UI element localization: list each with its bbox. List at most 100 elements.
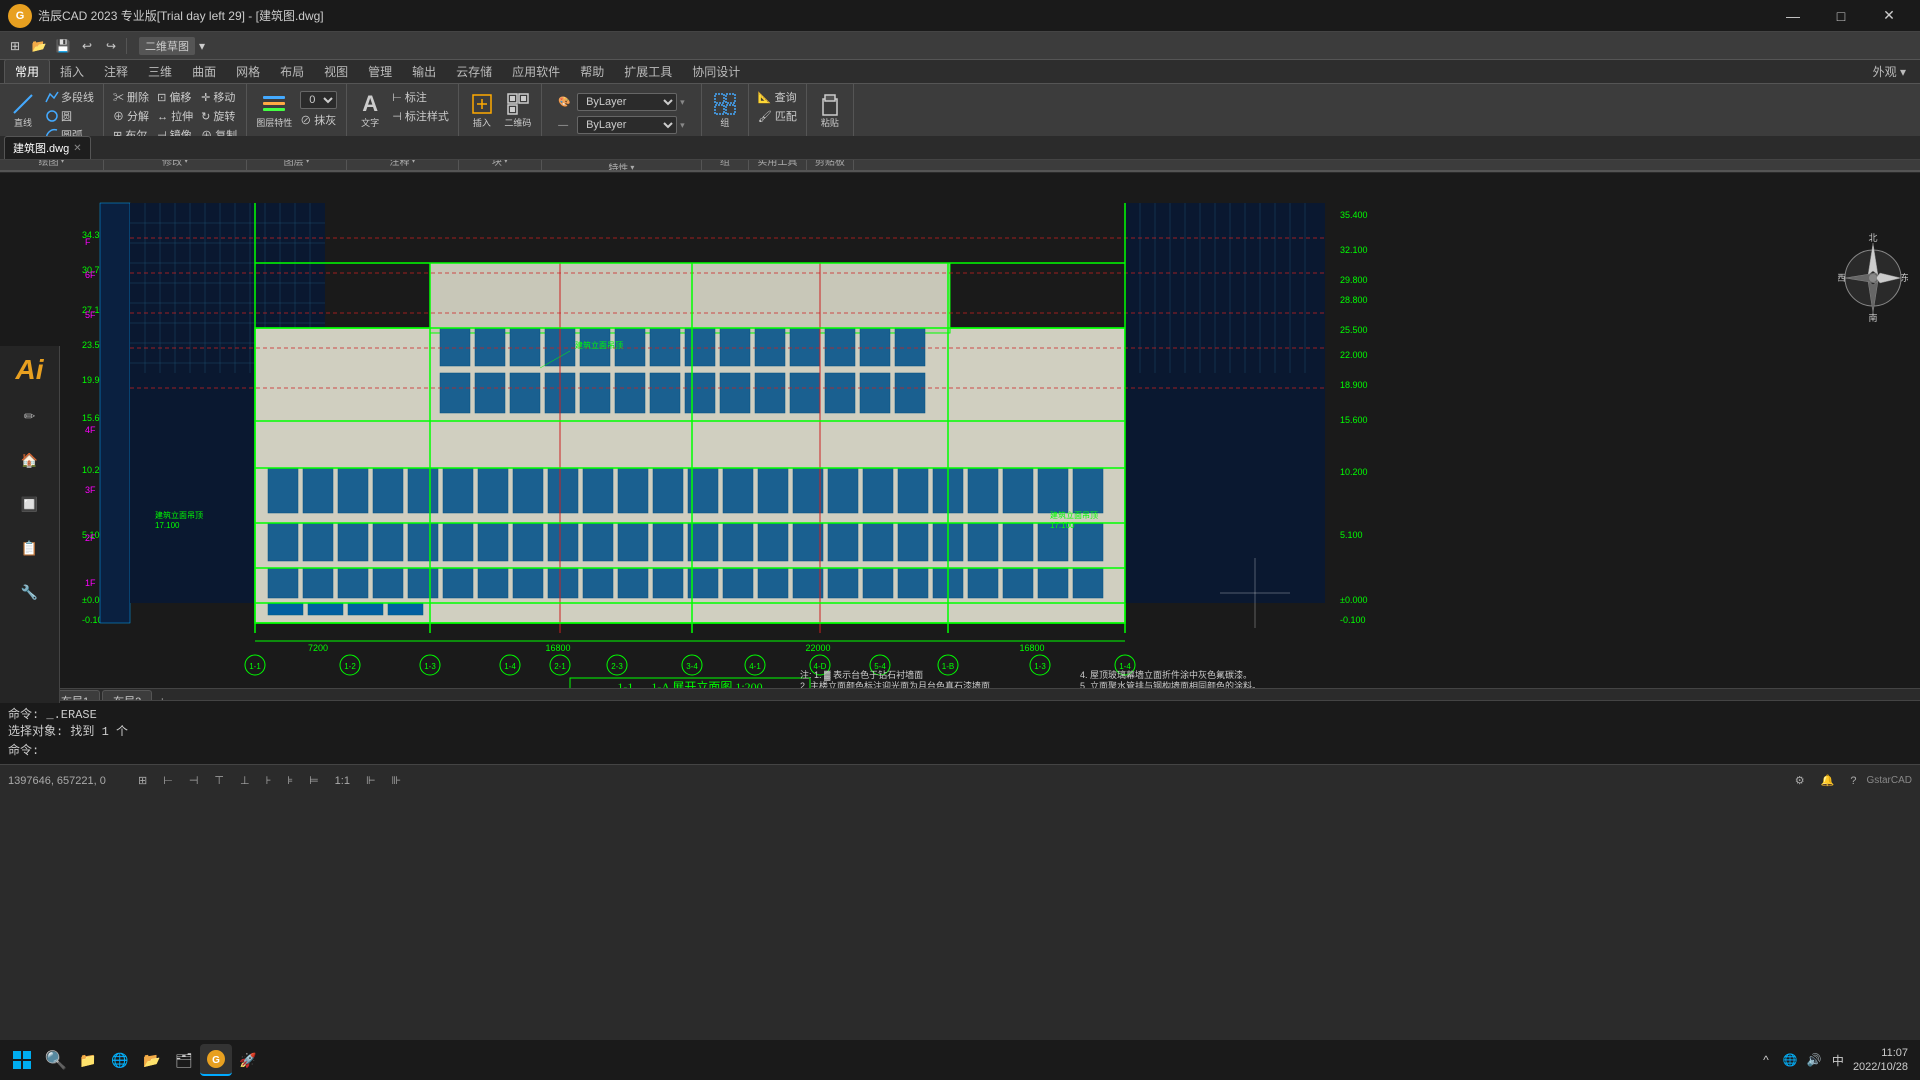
taskbar-search[interactable]: 🔍 xyxy=(40,1044,72,1076)
minimize-button[interactable]: — xyxy=(1770,0,1816,32)
tab-output[interactable]: 输出 xyxy=(402,60,446,83)
tool-query[interactable]: 📐 查询 xyxy=(755,88,800,106)
tool-move[interactable]: ✛ 移动 xyxy=(198,88,240,106)
snap-ortho-btn[interactable]: ⊢ xyxy=(157,772,179,789)
tab-cloud[interactable]: 云存储 xyxy=(446,60,502,83)
ai-tool-1-icon: ✏ xyxy=(24,408,36,425)
snap-tp-btn[interactable]: ⊨ xyxy=(303,772,325,789)
tool-dim[interactable]: ⊢ 标注 xyxy=(389,88,452,106)
qa-undo[interactable]: ↩ xyxy=(76,35,98,57)
tool-hatch[interactable]: ⊘ 抹灰 xyxy=(297,111,340,129)
snap-lw-btn[interactable]: ⊧ xyxy=(281,772,299,789)
help-btn[interactable]: ? xyxy=(1844,773,1862,789)
tab-help[interactable]: 帮助 xyxy=(570,60,614,83)
qa-open[interactable]: 📂 xyxy=(28,35,50,57)
taskbar-app1[interactable]: 🗂 xyxy=(168,1044,200,1076)
tool-group[interactable]: 组 xyxy=(708,88,742,131)
tool-rotate[interactable]: ↻ 旋转 xyxy=(198,107,240,125)
doc-tab-close[interactable]: ✕ xyxy=(73,143,81,154)
tool-polyline[interactable]: 多段线 xyxy=(42,88,97,106)
layer-select[interactable]: 0 xyxy=(297,90,340,110)
clock-display[interactable]: 11:07 2022/10/28 xyxy=(1853,1046,1908,1075)
qa-redo[interactable]: ↪ xyxy=(100,35,122,57)
tool-layer-props[interactable]: 图层特性 xyxy=(253,88,295,131)
tab-manage[interactable]: 管理 xyxy=(358,60,402,83)
ai-tool-1[interactable]: ✏ xyxy=(7,396,53,436)
tray-expand[interactable]: ^ xyxy=(1757,1051,1775,1069)
tray-lang[interactable]: 中 xyxy=(1829,1051,1847,1069)
tool-dim-style[interactable]: ⊣ 标注样式 xyxy=(389,107,452,125)
settings-btn[interactable]: ⚙ xyxy=(1789,772,1811,789)
tool-stretch[interactable]: ↔ 拉伸 xyxy=(154,107,196,125)
tool-match[interactable]: 🖌 匹配 xyxy=(755,107,800,125)
doc-tab-active[interactable]: 建筑图.dwg ✕ xyxy=(4,136,91,159)
tool-explode[interactable]: ⊕ 分解 xyxy=(110,107,152,125)
ai-tool-3-icon: 🔲 xyxy=(21,496,38,513)
tab-3d[interactable]: 三维 xyxy=(138,60,182,83)
tab-common[interactable]: 常用 xyxy=(4,59,50,83)
dropdown-arrow[interactable]: ▾ xyxy=(199,39,205,53)
tab-surface[interactable]: 曲面 xyxy=(182,60,226,83)
ai-label[interactable]: Ai xyxy=(16,354,44,386)
taskbar-files[interactable]: 📁 xyxy=(72,1044,104,1076)
svg-text:16800: 16800 xyxy=(545,643,570,653)
cad-drawing-svg[interactable]: Y X 34.300 30.700 27.100 23.500 19.900 1… xyxy=(0,173,1920,703)
linetype-select[interactable]: ByLayer xyxy=(577,116,677,134)
close-button[interactable]: ✕ xyxy=(1866,0,1912,32)
snap-osnap-btn[interactable]: ⊤ xyxy=(208,772,230,789)
command-input-row: 命令: xyxy=(8,741,1912,758)
properties-group-label: 特性 ▾ xyxy=(608,158,634,172)
snap-3d-btn[interactable]: ⊥ xyxy=(234,772,256,789)
qa-save[interactable]: 💾 xyxy=(52,35,74,57)
workspace-btn[interactable]: ⊪ xyxy=(386,772,408,789)
color-select[interactable]: ByLayer xyxy=(577,93,677,111)
ai-tool-4[interactable]: 📋 xyxy=(7,528,53,568)
svg-text:建筑立面吊顶: 建筑立面吊顶 xyxy=(1050,510,1098,520)
tool-text[interactable]: A 文字 xyxy=(353,88,387,131)
tab-apps[interactable]: 应用软件 xyxy=(502,60,570,83)
text-label: 文字 xyxy=(361,118,379,129)
tab-collab[interactable]: 协同设计 xyxy=(682,60,750,83)
tab-extend[interactable]: 扩展工具 xyxy=(614,60,682,83)
tab-view-style[interactable]: 外观 ▾ xyxy=(1863,60,1916,83)
taskbar-gstarcad[interactable]: G xyxy=(200,1044,232,1076)
command-line-1: 命令: _.ERASE xyxy=(8,705,1912,722)
ai-panel: Ai ✏ 🏠 🔲 📋 🔧 xyxy=(0,346,60,703)
scale-btn[interactable]: 1:1 xyxy=(329,773,356,789)
snap-polar-btn[interactable]: ⊣ xyxy=(183,772,205,789)
tray-volume[interactable]: 🔊 xyxy=(1805,1051,1823,1069)
svg-text:15.600: 15.600 xyxy=(1340,415,1368,425)
app-logo[interactable]: G xyxy=(8,4,32,28)
tab-annotate[interactable]: 注释 xyxy=(94,60,138,83)
tab-layout[interactable]: 布局 xyxy=(270,60,314,83)
ai-tool-2-icon: 🏠 xyxy=(21,452,38,469)
command-input[interactable] xyxy=(43,743,1912,757)
layer-dropdown[interactable]: 0 xyxy=(300,91,337,109)
ai-tool-5[interactable]: 🔧 xyxy=(7,572,53,612)
tool-erase[interactable]: ✂ 删除 xyxy=(110,88,152,106)
qa-new[interactable]: ⊞ xyxy=(4,35,26,57)
tool-qrcode[interactable]: 二维码 xyxy=(501,88,535,131)
annotation-col2: ⊢ 标注 ⊣ 标注样式 xyxy=(389,88,452,125)
main-canvas-area[interactable]: Ai ✏ 🏠 🔲 📋 🔧 Y X 34.300 xyxy=(0,173,1920,703)
tool-offset[interactable]: ⊡ 偏移 xyxy=(154,88,196,106)
start-button[interactable] xyxy=(4,1042,40,1078)
taskbar-rocket[interactable]: 🚀 xyxy=(232,1044,264,1076)
ai-tool-3[interactable]: 🔲 xyxy=(7,484,53,524)
snap-dyn-btn[interactable]: ⊦ xyxy=(260,772,278,789)
tab-view[interactable]: 视图 xyxy=(314,60,358,83)
tab-insert[interactable]: 插入 xyxy=(50,60,94,83)
maximize-button[interactable]: □ xyxy=(1818,0,1864,32)
tool-line[interactable]: 直线 xyxy=(6,88,40,131)
snap-grid-btn[interactable]: ⊞ xyxy=(132,772,153,789)
anno-scale-btn[interactable]: ⊩ xyxy=(360,772,382,789)
notification-btn[interactable]: 🔔 xyxy=(1815,772,1841,789)
taskbar-folder[interactable]: 📂 xyxy=(136,1044,168,1076)
ai-tool-2[interactable]: 🏠 xyxy=(7,440,53,480)
tool-paste[interactable]: 粘贴 xyxy=(813,88,847,131)
taskbar-browser[interactable]: 🌐 xyxy=(104,1044,136,1076)
tab-mesh[interactable]: 网格 xyxy=(226,60,270,83)
tray-network[interactable]: 🌐 xyxy=(1781,1051,1799,1069)
tool-circle[interactable]: 圆 xyxy=(42,107,97,125)
tool-insert-block[interactable]: 插入 xyxy=(465,88,499,131)
